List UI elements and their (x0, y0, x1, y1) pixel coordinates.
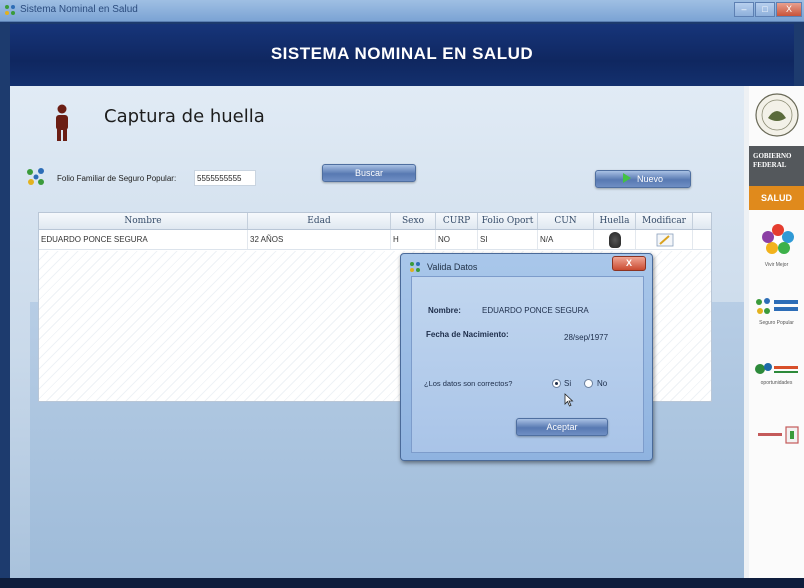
seguro-popular-text: Seguro Popular (759, 320, 794, 326)
fingerprint-icon[interactable] (609, 232, 621, 248)
cell-curp: NO (436, 230, 478, 249)
folio-input[interactable]: 5555555555 (194, 170, 256, 186)
valida-datos-dialog: Valida Datos X Nombre: EDUARDO PONCE SEG… (400, 253, 653, 461)
seguro-popular-logo-icon (756, 298, 798, 314)
person-icon (56, 104, 68, 141)
column-header-edad[interactable]: Edad (248, 213, 391, 229)
oportunidades-logo-icon (755, 363, 798, 374)
gobierno-federal-logo: GOBIERNO FEDERAL (749, 146, 804, 186)
column-header-folio-oport[interactable]: Folio Oport (478, 213, 538, 229)
radio-no-label[interactable]: No (597, 379, 607, 388)
table-row[interactable]: EDUARDO PONCE SEGURA 32 AÑOS H NO SI N/A (39, 230, 711, 250)
maximize-button[interactable]: □ (755, 2, 775, 17)
radio-si-label[interactable]: Si (564, 379, 571, 388)
radio-si[interactable] (552, 379, 561, 388)
column-header-huella[interactable]: Huella (594, 213, 636, 229)
column-header-modificar[interactable]: Modificar (636, 213, 693, 229)
close-button[interactable]: X (776, 2, 802, 17)
banner-title: SISTEMA NOMINAL EN SALUD (270, 44, 534, 63)
taskbar (0, 578, 804, 588)
dialog-title: Valida Datos (427, 262, 478, 272)
nombre-value: EDUARDO PONCE SEGURA (482, 306, 589, 315)
aceptar-button[interactable]: Aceptar (516, 418, 608, 436)
column-header-curp[interactable]: CURP (436, 213, 478, 229)
minimize-button[interactable]: – (734, 2, 754, 17)
app-icon (5, 5, 15, 15)
seguro-popular-icon (27, 168, 44, 185)
header-banner: SISTEMA NOMINAL EN SALUD (10, 24, 794, 86)
dialog-close-button[interactable]: X (612, 256, 646, 271)
nuevo-button[interactable]: Nuevo (595, 170, 691, 188)
institution-logo-icon (758, 426, 799, 444)
nuevo-label: Nuevo (636, 174, 663, 184)
vivir-mejor-text: Vivir Mejor (764, 262, 789, 268)
cell-cun: N/A (538, 230, 594, 249)
arrow-right-icon (622, 173, 631, 183)
column-header-sexo[interactable]: Sexo (391, 213, 436, 229)
cell-modificar[interactable] (636, 230, 693, 249)
edit-icon[interactable] (656, 233, 674, 247)
cell-sexo: H (391, 230, 436, 249)
grid-header: Nombre Edad Sexo CURP Folio Oport CUN Hu… (39, 213, 711, 230)
vivir-mejor-icon (762, 224, 794, 254)
fecha-label: Fecha de Nacimiento: (426, 330, 509, 339)
radio-no[interactable] (584, 379, 593, 388)
confirm-question: ¿Los datos son correctos? (424, 379, 513, 388)
oportunidades-text: oportunidades (760, 380, 793, 386)
mexico-seal-icon (755, 93, 799, 137)
column-header-cun[interactable]: CUN (538, 213, 594, 229)
cell-folio-oport: SI (478, 230, 538, 249)
cell-huella[interactable] (594, 230, 636, 249)
buscar-button[interactable]: Buscar (322, 164, 416, 182)
mouse-cursor-icon (564, 393, 574, 407)
salud-logo: SALUD (749, 186, 804, 210)
folio-label: Folio Familiar de Seguro Popular: (57, 174, 177, 183)
nombre-label: Nombre: (428, 306, 461, 315)
fecha-value: 28/sep/1977 (564, 333, 609, 342)
dialog-body: Nombre: EDUARDO PONCE SEGURA Fecha de Na… (411, 276, 644, 453)
cell-nombre: EDUARDO PONCE SEGURA (39, 230, 248, 249)
column-header-nombre[interactable]: Nombre (39, 213, 248, 229)
cell-edad: 32 AÑOS (248, 230, 391, 249)
window-title: Sistema Nominal en Salud (20, 4, 138, 15)
window-titlebar: Sistema Nominal en Salud – □ X (0, 0, 804, 22)
page-title: Captura de huella (104, 106, 265, 127)
dialog-app-icon (410, 262, 420, 272)
